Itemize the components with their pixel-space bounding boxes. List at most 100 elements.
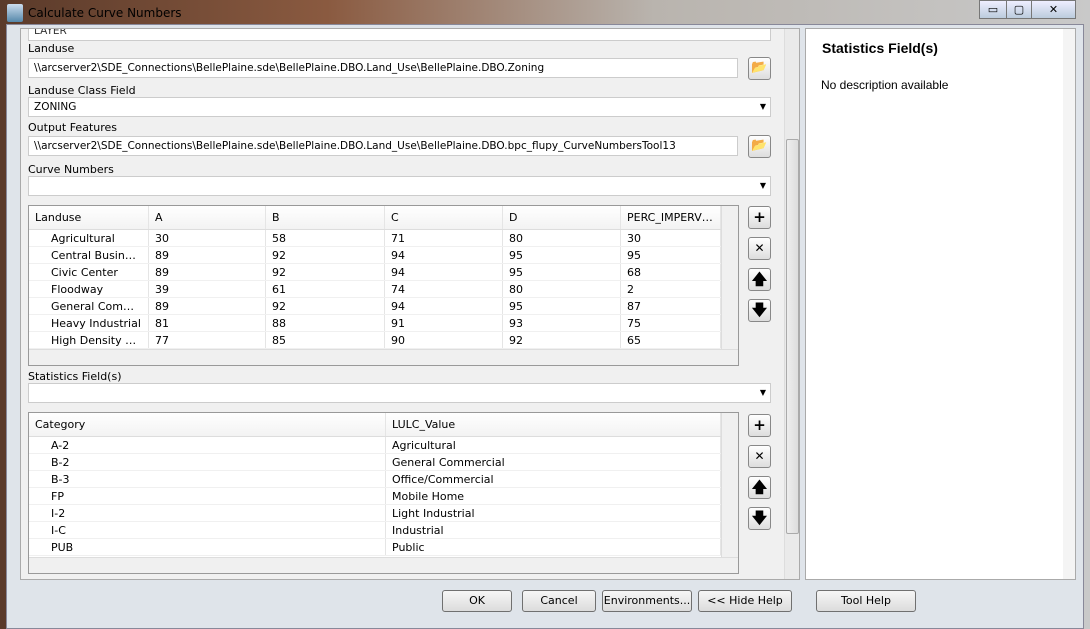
landuse-class-field-select[interactable]: ZONING [28,97,771,117]
add-row-button[interactable]: + [748,414,771,437]
table-cell[interactable]: 90 [385,332,503,348]
table-row[interactable]: General Commercial8992949587 [29,298,738,315]
table-cell[interactable]: Agricultural [386,437,721,453]
table-cell[interactable]: 77 [149,332,266,348]
table-cell[interactable]: Office/Commercial [386,471,721,487]
column-header[interactable]: A [149,206,266,229]
table-cell[interactable]: Heavy Industrial [29,315,149,331]
table-cell[interactable]: 80 [503,230,621,246]
table-cell[interactable]: I-C [29,522,386,538]
close-button[interactable]: ✕ [1031,0,1076,19]
table-cell[interactable]: I-2 [29,505,386,521]
table-row[interactable]: Central Business 89 92 94 95 95 [29,247,738,264]
table-row[interactable]: I-C Industrial [29,522,738,539]
table-row[interactable]: B-2 General Commercial [29,454,738,471]
column-header[interactable]: LULC_Value [386,413,721,436]
table-cell[interactable]: 75 [621,315,721,331]
table-cell[interactable]: 2 [621,281,721,297]
add-row-button[interactable]: + [748,206,771,229]
table-row[interactable]: FP Mobile Home [29,488,738,505]
panel-scrollbar[interactable] [784,29,799,579]
tool-help-button[interactable]: Tool Help [816,590,916,612]
statistics-fields-select[interactable] [28,383,771,403]
scroll-thumb[interactable] [786,139,799,534]
curve-numbers-select[interactable] [28,176,771,196]
table-cell[interactable]: High Density Res... [29,332,149,348]
table-cell[interactable]: 92 [266,247,385,263]
table-cell[interactable]: General Commercial [29,298,149,314]
environments-button[interactable]: Environments... [602,590,692,612]
move-down-button[interactable]: 🡇 [748,507,771,530]
table-row[interactable]: Agricultural 30 58 71 80 30 [29,230,738,247]
hide-help-button[interactable]: << Hide Help [698,590,792,612]
column-header[interactable]: PERC_IMPERVIOUS [621,206,721,229]
horizontal-scrollbar[interactable] [29,557,738,573]
table-cell[interactable]: 92 [266,264,385,280]
table-cell[interactable]: 94 [385,264,503,280]
table-cell[interactable]: 94 [385,247,503,263]
remove-row-button[interactable]: ✕ [748,237,771,260]
output-features-input[interactable]: \\arcserver2\SDE_Connections\BellePlaine… [28,136,738,156]
table-row[interactable]: High Density Res... 77 85 90 92 65 [29,332,738,349]
table-row[interactable]: Heavy Industrial 81 88 91 93 75 [29,315,738,332]
table-cell[interactable]: General Commercial [386,454,721,470]
table-cell[interactable]: 95 [621,247,721,263]
table-row[interactable]: Floodway 39 61 74 80 2 [29,281,738,298]
table-cell[interactable]: A-2 [29,437,386,453]
table-cell[interactable]: 58 [266,230,385,246]
table-cell[interactable]: 87 [621,298,721,314]
column-header[interactable]: Landuse [29,206,149,229]
table-cell[interactable]: 71 [385,230,503,246]
table-row[interactable]: I-2 Light Industrial [29,505,738,522]
table-cell[interactable]: PUB [29,539,386,555]
cancel-button[interactable]: Cancel [522,590,596,612]
table-row[interactable]: A-2 Agricultural [29,437,738,454]
maximize-button[interactable]: ▢ [1006,0,1032,19]
table-cell[interactable]: Central Business [29,247,149,263]
table-cell[interactable]: 68 [621,264,721,280]
table-cell[interactable]: 91 [385,315,503,331]
table-cell[interactable]: Public [386,539,721,555]
table-cell[interactable]: 94 [385,298,503,314]
table-cell[interactable]: 95 [503,247,621,263]
output-features-browse-button[interactable]: 📂 [748,135,771,158]
table-cell[interactable]: 95 [503,264,621,280]
landuse-browse-button[interactable]: 📂 [748,57,771,80]
column-header[interactable]: D [503,206,621,229]
table-cell[interactable]: 74 [385,281,503,297]
table-cell[interactable]: B-2 [29,454,386,470]
table-cell[interactable]: Light Industrial [386,505,721,521]
vertical-scrollbar[interactable] [721,206,738,349]
table-cell[interactable]: FP [29,488,386,504]
help-scrollbar[interactable] [1063,29,1075,579]
table-cell[interactable]: 65 [621,332,721,348]
remove-row-button[interactable]: ✕ [748,445,771,468]
table-cell[interactable]: 93 [503,315,621,331]
table-cell[interactable]: Industrial [386,522,721,538]
clipped-field[interactable]: LAYER [28,29,771,41]
table-cell[interactable]: B-3 [29,471,386,487]
table-cell[interactable]: 88 [266,315,385,331]
table-cell[interactable]: 81 [149,315,266,331]
move-up-button[interactable]: 🡅 [748,476,771,499]
move-down-button[interactable]: 🡇 [748,299,771,322]
move-up-button[interactable]: 🡅 [748,268,771,291]
table-cell[interactable]: 80 [503,281,621,297]
table-cell[interactable]: 39 [149,281,266,297]
vertical-scrollbar[interactable] [721,413,738,557]
column-header[interactable]: Category [29,413,386,436]
minimize-button[interactable]: ▭ [979,0,1007,19]
table-cell[interactable]: 30 [149,230,266,246]
table-row[interactable]: B-3 Office/Commercial [29,471,738,488]
landuse-input[interactable]: \\arcserver2\SDE_Connections\BellePlaine… [28,58,738,78]
table-cell[interactable]: 92 [503,332,621,348]
table-cell[interactable]: Agricultural [29,230,149,246]
horizontal-scrollbar[interactable] [29,349,738,365]
ok-button[interactable]: OK [442,590,512,612]
table-row[interactable]: PUB Public [29,539,738,556]
table-cell[interactable]: 92 [266,298,385,314]
table-cell[interactable]: 89 [149,264,266,280]
table-cell[interactable]: 95 [503,298,621,314]
table-cell[interactable]: Mobile Home [386,488,721,504]
column-header[interactable]: C [385,206,503,229]
